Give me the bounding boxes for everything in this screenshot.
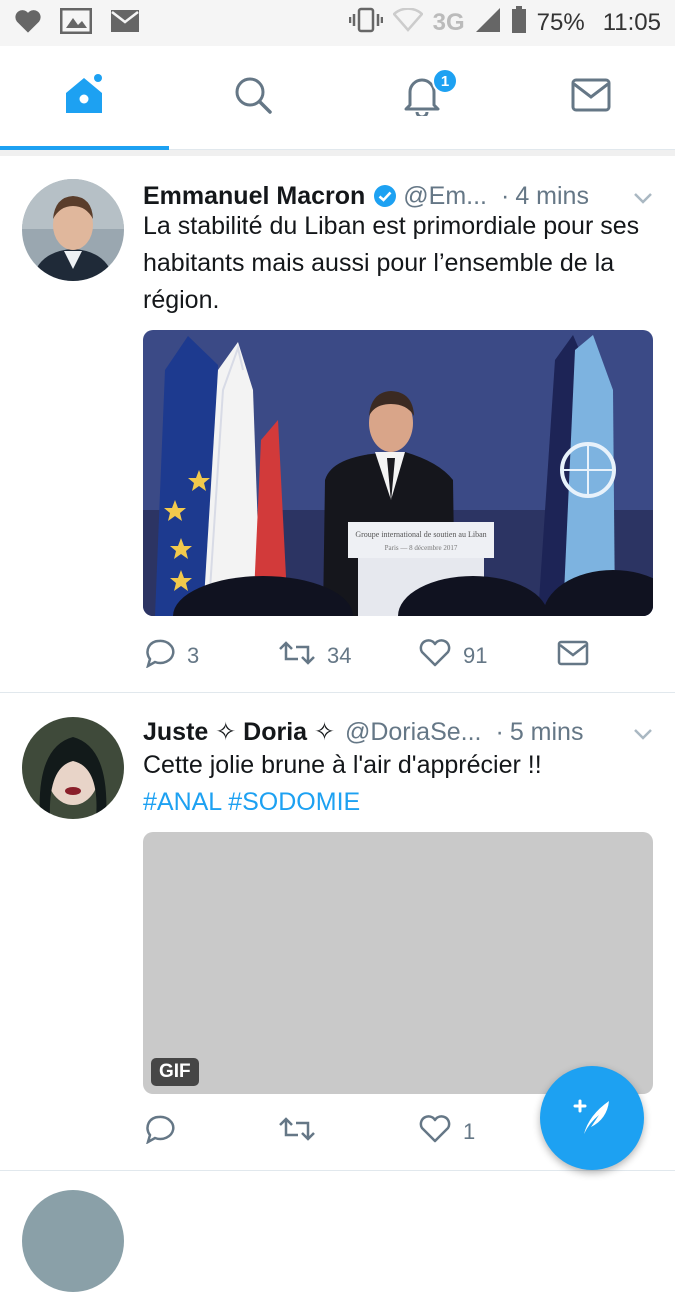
author-handle[interactable]: @Em...	[403, 182, 487, 211]
heart-icon	[14, 8, 42, 39]
vibrate-icon	[348, 7, 383, 40]
tweet-text-block: Cette jolie brune à l'air d'apprécier !!…	[143, 747, 653, 821]
reply-button[interactable]	[143, 1114, 279, 1150]
author-name[interactable]: Juste ✧ Doria ✧	[143, 717, 335, 747]
reply-icon	[143, 638, 175, 674]
author-handle[interactable]: @DoriaSe...	[345, 718, 482, 747]
direct-message-button[interactable]	[557, 640, 589, 672]
like-count: 91	[463, 643, 488, 668]
hashtag-links[interactable]: #ANAL #SODOMIE	[143, 784, 653, 821]
heart-icon	[419, 639, 451, 673]
tweet[interactable]: Emmanuel Macron @Em... · 4 mins La stabi…	[0, 156, 675, 693]
separator-dot: ·	[501, 181, 510, 210]
tweet-actions: 3 34 91	[143, 636, 653, 676]
tweet-photo[interactable]: Groupe international de soutien au Liban…	[143, 330, 653, 616]
battery-level: 75%	[536, 9, 585, 36]
envelope-icon	[557, 640, 589, 672]
avatar[interactable]	[22, 717, 124, 819]
tab-bar: 1	[0, 46, 675, 150]
like-button[interactable]: 1	[419, 1115, 557, 1149]
compose-tweet-button[interactable]	[540, 1066, 644, 1170]
wifi-icon	[391, 6, 424, 39]
compose-quill-icon	[569, 1093, 615, 1144]
tweet-gif-placeholder[interactable]: GIF	[143, 832, 653, 1094]
tab-notifications[interactable]	[338, 46, 507, 149]
chevron-down-icon[interactable]	[633, 182, 653, 211]
lectern-sign: Groupe international de soutien au Liban	[355, 530, 486, 539]
heart-icon	[419, 1115, 451, 1149]
tweet-time: 5 mins	[509, 717, 584, 746]
separator-dot: ·	[495, 717, 504, 746]
retweet-icon	[279, 640, 315, 672]
tab-search[interactable]	[169, 46, 338, 149]
tweet-header: Juste ✧ Doria ✧ @DoriaSe... · 5 mins	[143, 712, 653, 752]
like-count: 1	[463, 1119, 476, 1144]
reply-button[interactable]: 3	[143, 638, 279, 674]
gif-badge: GIF	[151, 1058, 199, 1086]
next-tweet-avatar[interactable]	[22, 1190, 124, 1292]
reply-icon	[143, 1114, 175, 1150]
avatar[interactable]	[22, 179, 124, 281]
tweet-text: La stabilité du Liban est primordiale po…	[143, 212, 640, 314]
retweet-count: 34	[327, 643, 352, 668]
retweet-button[interactable]: 34	[279, 640, 419, 672]
clock: 11:05	[602, 9, 661, 36]
network-type: 3G	[432, 9, 465, 36]
tab-messages[interactable]	[506, 46, 675, 149]
home-icon	[62, 73, 106, 122]
search-icon	[233, 75, 273, 120]
author-name[interactable]: Emmanuel Macron	[143, 182, 365, 211]
gallery-icon	[59, 7, 93, 39]
envelope-icon	[571, 78, 611, 117]
tweet-time: 4 mins	[515, 181, 589, 210]
reply-count: 3	[187, 643, 200, 668]
lectern-sign-sub: Paris — 8 décembre 2017	[385, 544, 458, 552]
notifications-badge: 1	[432, 68, 458, 94]
verified-badge-icon	[373, 184, 397, 208]
retweet-icon	[279, 1116, 315, 1148]
mail-notification-icon	[110, 9, 140, 38]
battery-icon	[511, 5, 527, 41]
chevron-down-icon[interactable]	[633, 718, 653, 747]
signal-icon	[475, 7, 501, 40]
like-button[interactable]: 91	[419, 639, 557, 673]
status-bar: 3G 75% 11:05	[0, 0, 675, 46]
tab-home[interactable]	[0, 46, 169, 150]
tweet-text: Cette jolie brune à l'air d'apprécier !!	[143, 751, 542, 779]
retweet-button[interactable]	[279, 1116, 419, 1148]
